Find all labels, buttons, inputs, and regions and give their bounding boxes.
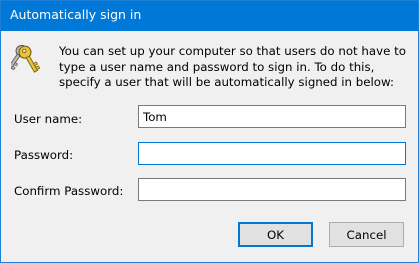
username-field[interactable] — [138, 105, 406, 128]
cancel-button[interactable]: Cancel — [329, 222, 404, 247]
description-text: You can set up your computer so that use… — [59, 44, 406, 89]
confirm-password-field[interactable] — [138, 178, 406, 201]
ok-button[interactable]: OK — [238, 222, 313, 247]
auto-signin-dialog: Automatically sign in You can set up you… — [0, 0, 419, 263]
username-label: User name: — [14, 112, 83, 126]
confirm-password-label: Confirm Password: — [14, 184, 124, 198]
title-bar[interactable]: Automatically sign in — [1, 1, 418, 31]
keys-icon — [11, 44, 41, 73]
password-field[interactable] — [138, 142, 406, 165]
password-label: Password: — [14, 148, 74, 162]
window-title: Automatically sign in — [10, 7, 142, 22]
